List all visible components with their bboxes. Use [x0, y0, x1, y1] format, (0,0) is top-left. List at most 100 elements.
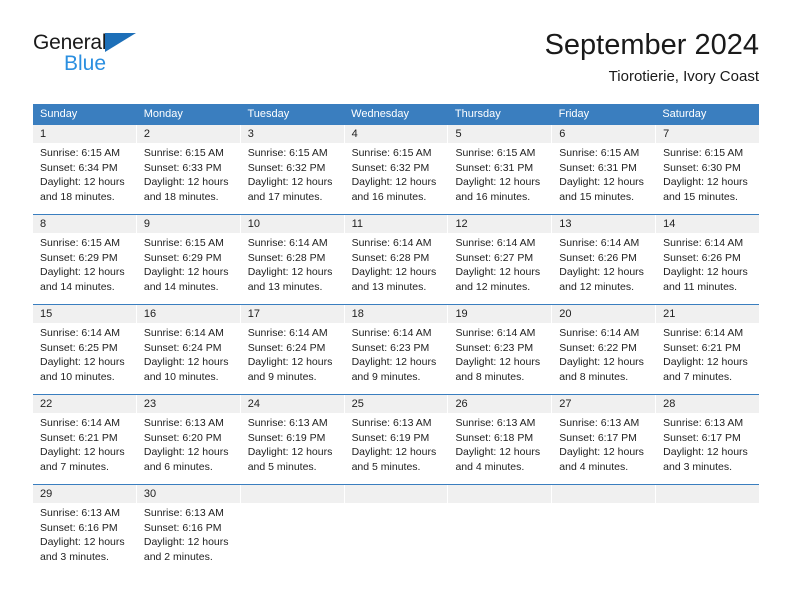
weekday-header-friday: Friday	[558, 108, 590, 120]
sunset-time: Sunset: 6:26 PM	[559, 251, 637, 264]
sunrise-time: Sunrise: 6:14 AM	[143, 327, 224, 339]
sunset-time: Sunset: 6:31 PM	[559, 161, 637, 174]
sunrise-time: Sunrise: 6:14 AM	[663, 327, 744, 339]
day-details: Sunrise: 6:14 AM Sunset: 6:28 PM Daylight:…	[345, 233, 448, 294]
calendar-day-cell[interactable]: 1 Sunrise: 6:15 AM Sunset: 6:34 PM Daylight…	[33, 125, 137, 214]
calendar-day-cell[interactable]: 12 Sunrise: 6:14 AM Sunset: 6:27 PM Dayligh…	[448, 215, 553, 304]
daylight-duration-line1: Daylight: 12 hours	[247, 446, 333, 458]
sunset-time: Sunset: 6:22 PM	[559, 341, 637, 354]
calendar-day-cell[interactable]: 17 Sunrise: 6:14 AM Sunset: 6:24 PM Dayligh…	[240, 305, 345, 394]
daylight-duration-line2: and 5 minutes.	[351, 460, 421, 473]
calendar-day-cell[interactable]: 8 Sunrise: 6:15 AM Sunset: 6:29 PM Daylight…	[33, 215, 137, 304]
day-details: Sunrise: 6:15 AM Sunset: 6:29 PM Daylight:…	[137, 233, 240, 294]
calendar-day-cell[interactable]: 25 Sunrise: 6:13 AM Sunset: 6:19 PM Dayligh…	[344, 395, 449, 484]
sunrise-time: Sunrise: 6:13 AM	[663, 417, 744, 429]
daylight-duration-line1: Daylight: 12 hours	[247, 266, 333, 278]
weekday-header-wednesday: Wednesday	[351, 108, 410, 120]
daylight-duration-line1: Daylight: 12 hours	[247, 176, 333, 188]
daylight-duration-line1: Daylight: 12 hours	[40, 266, 125, 278]
daylight-duration-line2: and 3 minutes.	[663, 460, 733, 473]
day-details: Sunrise: 6:13 AM Sunset: 6:19 PM Daylight:…	[345, 413, 448, 474]
day-details: Sunrise: 6:15 AM Sunset: 6:34 PM Daylight:…	[33, 143, 136, 204]
calendar-day-cell-empty	[552, 485, 657, 574]
calendar-day-cell[interactable]: 18 Sunrise: 6:14 AM Sunset: 6:23 PM Dayligh…	[344, 305, 449, 394]
daylight-duration-line2: and 4 minutes.	[559, 460, 629, 473]
sunrise-time: Sunrise: 6:15 AM	[559, 147, 640, 159]
sunset-time: Sunset: 6:16 PM	[40, 521, 118, 534]
calendar-day-cell[interactable]: 9 Sunrise: 6:15 AM Sunset: 6:29 PM Daylight…	[136, 215, 241, 304]
calendar-day-cell[interactable]: 20 Sunrise: 6:14 AM Sunset: 6:22 PM Dayligh…	[552, 305, 657, 394]
weekday-header-monday: Monday	[143, 108, 183, 120]
day-number: 5	[448, 125, 552, 143]
day-details: Sunrise: 6:15 AM Sunset: 6:32 PM Daylight:…	[345, 143, 448, 204]
daylight-duration-line1: Daylight: 12 hours	[455, 266, 541, 278]
calendar-day-cell[interactable]: 29 Sunrise: 6:13 AM Sunset: 6:16 PM Dayligh…	[33, 485, 137, 574]
calendar-day-cell[interactable]: 11 Sunrise: 6:14 AM Sunset: 6:28 PM Dayligh…	[344, 215, 449, 304]
calendar-day-cell[interactable]: 27 Sunrise: 6:13 AM Sunset: 6:17 PM Dayligh…	[552, 395, 657, 484]
title-block: September 2024 Tiorotierie, Ivory Coast	[545, 28, 759, 87]
day-number: 15	[33, 305, 136, 323]
sunset-time: Sunset: 6:23 PM	[351, 341, 430, 354]
sunset-time: Sunset: 6:28 PM	[247, 251, 326, 264]
daylight-duration-line2: and 12 minutes.	[559, 280, 635, 293]
day-details: Sunrise: 6:14 AM Sunset: 6:21 PM Daylight:…	[33, 413, 136, 474]
sunrise-time: Sunrise: 6:13 AM	[351, 417, 432, 429]
daylight-duration-line1: Daylight: 12 hours	[40, 176, 125, 188]
calendar-day-cell[interactable]: 19 Sunrise: 6:14 AM Sunset: 6:23 PM Dayligh…	[448, 305, 553, 394]
calendar-grid: Sunday Monday Tuesday Wednesday Thursday Frid…	[33, 104, 760, 574]
daylight-duration-line2: and 4 minutes.	[455, 460, 525, 473]
calendar-day-cell[interactable]: 16 Sunrise: 6:14 AM Sunset: 6:24 PM Dayligh…	[136, 305, 241, 394]
sunset-time: Sunset: 6:29 PM	[143, 251, 222, 264]
calendar-day-cell[interactable]: 13 Sunrise: 6:14 AM Sunset: 6:26 PM Dayligh…	[552, 215, 657, 304]
day-number: 26	[448, 395, 552, 413]
daylight-duration-line1: Daylight: 12 hours	[663, 266, 748, 278]
sunrise-time: Sunrise: 6:14 AM	[247, 237, 328, 249]
calendar-day-cell[interactable]: 21 Sunrise: 6:14 AM Sunset: 6:21 PM Dayligh…	[656, 305, 760, 394]
calendar-day-cell[interactable]: 26 Sunrise: 6:13 AM Sunset: 6:18 PM Dayligh…	[448, 395, 553, 484]
calendar-day-cell[interactable]: 15 Sunrise: 6:14 AM Sunset: 6:25 PM Dayligh…	[33, 305, 137, 394]
calendar-day-cell-empty	[240, 485, 345, 574]
day-details: Sunrise: 6:14 AM Sunset: 6:26 PM Daylight:…	[656, 233, 759, 294]
sunrise-time: Sunrise: 6:13 AM	[143, 507, 224, 519]
daylight-duration-line1: Daylight: 12 hours	[559, 176, 644, 188]
daylight-duration-line1: Daylight: 12 hours	[559, 266, 644, 278]
daylight-duration-line1: Daylight: 12 hours	[663, 446, 748, 458]
day-details	[241, 503, 344, 506]
daylight-duration-line2: and 15 minutes.	[559, 190, 635, 203]
sunrise-time: Sunrise: 6:13 AM	[559, 417, 640, 429]
sunset-time: Sunset: 6:24 PM	[247, 341, 326, 354]
sunrise-time: Sunrise: 6:15 AM	[40, 237, 120, 249]
calendar-day-cell[interactable]: 6 Sunrise: 6:15 AM Sunset: 6:31 PM Daylight…	[552, 125, 657, 214]
calendar-day-cell[interactable]: 23 Sunrise: 6:13 AM Sunset: 6:20 PM Dayligh…	[136, 395, 241, 484]
daylight-duration-line1: Daylight: 12 hours	[351, 266, 437, 278]
day-number: 12	[448, 215, 552, 233]
daylight-duration-line2: and 6 minutes.	[143, 460, 213, 473]
daylight-duration-line2: and 9 minutes.	[247, 370, 317, 383]
calendar-week-row: 29 Sunrise: 6:13 AM Sunset: 6:16 PM Dayligh…	[33, 484, 760, 574]
calendar-day-cell[interactable]: 30 Sunrise: 6:13 AM Sunset: 6:16 PM Dayligh…	[136, 485, 241, 574]
calendar-day-cell[interactable]: 14 Sunrise: 6:14 AM Sunset: 6:26 PM Dayligh…	[656, 215, 760, 304]
page-subtitle: Tiorotierie, Ivory Coast	[608, 68, 759, 85]
calendar-day-cell[interactable]: 22 Sunrise: 6:14 AM Sunset: 6:21 PM Dayligh…	[33, 395, 137, 484]
day-details	[345, 503, 448, 506]
sunrise-time: Sunrise: 6:15 AM	[663, 147, 744, 159]
calendar-day-cell[interactable]: 28 Sunrise: 6:13 AM Sunset: 6:17 PM Dayligh…	[656, 395, 760, 484]
daylight-duration-line1: Daylight: 12 hours	[247, 356, 333, 368]
calendar-day-cell[interactable]: 2 Sunrise: 6:15 AM Sunset: 6:33 PM Daylight…	[136, 125, 241, 214]
day-number: 6	[552, 125, 656, 143]
calendar-day-cell[interactable]: 10 Sunrise: 6:14 AM Sunset: 6:28 PM Dayligh…	[240, 215, 345, 304]
calendar-page: General Blue September 2024 Tiorotierie,…	[0, 0, 792, 612]
sunset-time: Sunset: 6:27 PM	[455, 251, 534, 264]
daylight-duration-line1: Daylight: 12 hours	[351, 446, 437, 458]
calendar-day-cell[interactable]: 4 Sunrise: 6:15 AM Sunset: 6:32 PM Daylight…	[344, 125, 449, 214]
calendar-day-cell[interactable]: 24 Sunrise: 6:13 AM Sunset: 6:19 PM Dayligh…	[240, 395, 345, 484]
day-number: 14	[656, 215, 760, 233]
daylight-duration-line1: Daylight: 12 hours	[663, 356, 748, 368]
calendar-day-cell[interactable]: 5 Sunrise: 6:15 AM Sunset: 6:31 PM Daylight…	[448, 125, 553, 214]
calendar-week-row: 8 Sunrise: 6:15 AM Sunset: 6:29 PM Daylight…	[33, 214, 760, 304]
day-details: Sunrise: 6:14 AM Sunset: 6:27 PM Daylight:…	[448, 233, 551, 294]
daylight-duration-line2: and 14 minutes.	[143, 280, 219, 293]
day-number: 19	[448, 305, 552, 323]
calendar-day-cell[interactable]: 3 Sunrise: 6:15 AM Sunset: 6:32 PM Daylight…	[240, 125, 345, 214]
calendar-day-cell[interactable]: 7 Sunrise: 6:15 AM Sunset: 6:30 PM Daylight…	[656, 125, 760, 214]
